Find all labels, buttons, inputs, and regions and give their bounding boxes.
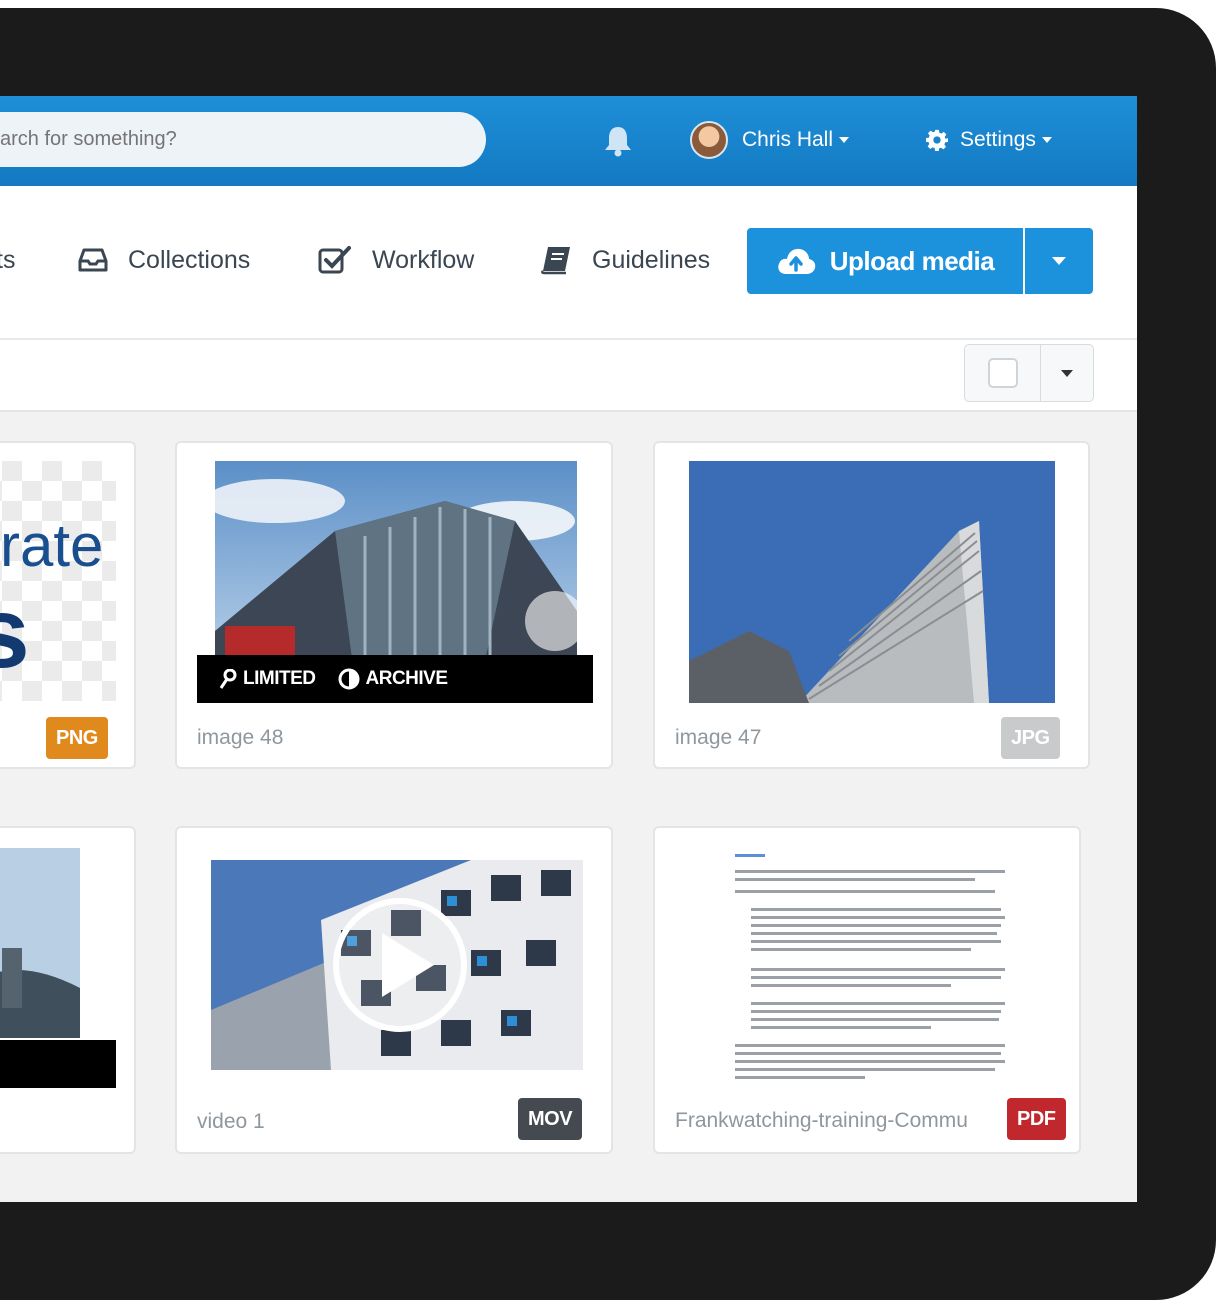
archive-label: ARCHIVE — [365, 668, 449, 689]
file-type-badge: PNG — [46, 717, 108, 759]
media-card[interactable]: LIMITED ARCHIVE image 48 — [175, 441, 613, 769]
settings-label: Settings — [960, 128, 1036, 151]
search-input[interactable] — [0, 112, 486, 167]
doc-text-line — [735, 878, 975, 881]
doc-text-line — [751, 1002, 1005, 1005]
select-options-dropdown[interactable] — [1041, 345, 1093, 401]
limited-status: LIMITED — [219, 668, 316, 690]
doc-text-line — [735, 1076, 865, 1079]
select-all-control — [964, 344, 1094, 402]
limited-label: LIMITED — [243, 668, 316, 689]
select-all-checkbox[interactable] — [965, 345, 1041, 401]
avatar — [690, 121, 728, 159]
skyscraper-photo — [689, 461, 1055, 703]
nav-item-workflow[interactable]: Workflow — [318, 240, 474, 280]
media-name: video 1 — [197, 1110, 265, 1133]
checkbox — [987, 358, 1018, 388]
book-icon — [541, 247, 570, 275]
document-preview — [715, 844, 1019, 1094]
doc-text-line — [751, 968, 1005, 971]
doc-text-line — [751, 976, 1001, 979]
media-card[interactable] — [0, 826, 136, 1154]
nav-item-label: Guidelines — [592, 245, 711, 274]
media-name: image 47 — [675, 726, 762, 749]
settings-menu[interactable]: Settings — [926, 120, 1052, 160]
media-card[interactable]: Frankwatching-training-Commu PDF — [653, 826, 1081, 1154]
chevron-down-icon — [1061, 369, 1073, 377]
file-type-badge: PDF — [1007, 1098, 1066, 1140]
media-card[interactable]: image 47 JPG — [653, 441, 1090, 769]
thumbnail-text: s — [0, 577, 30, 689]
bell-icon[interactable] — [600, 123, 636, 159]
nav-item-label: ts — [0, 245, 16, 274]
chevron-down-icon — [1041, 137, 1052, 143]
contrast-icon — [338, 668, 359, 690]
top-bar: Chris Hall Settings — [0, 96, 1137, 186]
upload-media-button[interactable]: Upload media — [747, 228, 1023, 294]
chevron-down-icon — [839, 137, 850, 143]
doc-text-line — [751, 932, 997, 935]
inbox-icon — [78, 248, 108, 272]
archive-status: ARCHIVE — [338, 668, 448, 690]
media-thumbnail: rate s — [0, 461, 116, 701]
doc-text-line — [751, 1026, 931, 1029]
doc-text-line — [735, 890, 995, 893]
nav-item-label: Collections — [128, 245, 251, 274]
media-thumbnail — [689, 461, 1055, 703]
doc-text-line — [751, 924, 1001, 927]
toolbar — [0, 340, 1137, 412]
doc-text-line — [751, 948, 971, 951]
doc-text-line — [735, 1052, 1001, 1055]
doc-text-line — [735, 1044, 1005, 1047]
user-name: Chris Hall — [742, 128, 834, 151]
nav-item-partial[interactable]: ts — [0, 240, 15, 280]
doc-text-line — [751, 908, 1001, 911]
media-thumbnail — [0, 848, 80, 1038]
check-square-icon — [318, 246, 351, 274]
nav-item-label: Workflow — [372, 245, 475, 274]
app-screen: Chris Hall Settings ts Collections — [0, 96, 1137, 1202]
doc-heading-line — [735, 854, 765, 857]
doc-text-line — [751, 984, 951, 987]
access-status-bar — [0, 1040, 116, 1088]
doc-text-line — [751, 1010, 1001, 1013]
doc-text-line — [751, 1018, 999, 1021]
chevron-down-icon — [1052, 257, 1066, 265]
media-name: Frankwatching-training-Commu — [675, 1109, 968, 1132]
cityscape-photo — [0, 848, 80, 1038]
upload-options-button[interactable] — [1025, 228, 1093, 294]
doc-text-line — [751, 940, 1001, 943]
key-icon — [219, 669, 237, 689]
access-status-bar: LIMITED ARCHIVE — [197, 655, 593, 703]
doc-text-line — [751, 916, 1005, 919]
doc-text-line — [735, 870, 1005, 873]
main-nav: ts Collections Workflow Guidelines — [0, 186, 1137, 340]
nav-item-collections[interactable]: Collections — [78, 240, 250, 280]
user-menu[interactable]: Chris Hall — [690, 120, 850, 160]
doc-text-line — [735, 1068, 995, 1071]
thumbnail-text: rate — [0, 512, 104, 579]
media-thumbnail — [211, 860, 583, 1070]
media-name: image 48 — [197, 726, 284, 749]
gear-icon — [926, 129, 948, 151]
doc-text-line — [735, 1060, 1005, 1063]
upload-media-label: Upload media — [829, 245, 995, 276]
cloud-upload-icon — [778, 248, 815, 274]
play-icon[interactable] — [330, 895, 470, 1035]
media-card[interactable]: rate s PNG — [0, 441, 136, 769]
media-card[interactable]: video 1 MOV — [175, 826, 613, 1154]
file-type-badge: JPG — [1001, 717, 1060, 759]
nav-item-guidelines[interactable]: Guidelines — [540, 240, 710, 280]
file-type-badge: MOV — [518, 1098, 583, 1140]
